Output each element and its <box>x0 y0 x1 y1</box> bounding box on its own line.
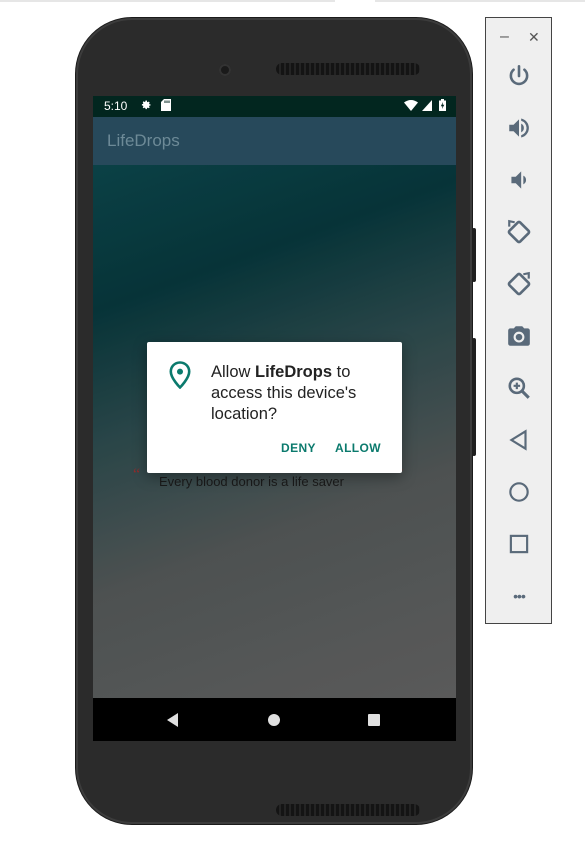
power-icon <box>509 64 529 86</box>
bottom-speaker-grille <box>276 804 420 816</box>
volume-side-button <box>472 338 476 456</box>
rotate-left-icon <box>507 219 531 244</box>
home-button[interactable] <box>503 476 535 508</box>
overview-icon <box>509 534 529 554</box>
app-title: LifeDrops <box>107 131 180 150</box>
nav-recents-icon[interactable] <box>368 714 380 726</box>
home-icon <box>509 482 529 502</box>
zoom-icon <box>508 377 530 399</box>
nav-home-icon[interactable] <box>268 714 280 726</box>
location-permission-dialog: Allow LifeDrops to access this device's … <box>147 342 402 473</box>
screenshot-camera-icon <box>508 326 530 346</box>
screenshot-button[interactable] <box>503 320 535 352</box>
dialog-message: Allow LifeDrops to access this device's … <box>211 362 391 425</box>
volume-down-icon <box>511 171 527 189</box>
back-button[interactable] <box>503 424 535 456</box>
back-icon <box>509 429 527 451</box>
top-speaker-grille <box>276 63 420 75</box>
rotate-left-button[interactable] <box>503 216 535 248</box>
overview-button[interactable] <box>503 528 535 560</box>
top-edge-line-right <box>375 0 585 2</box>
location-pin-icon <box>169 361 191 389</box>
close-button[interactable]: ✕ <box>528 29 540 46</box>
emulator-toolbar: – ✕ ••• <box>485 17 552 624</box>
quote-text: Every blood donor is a life saver <box>159 474 344 489</box>
rotate-right-icon <box>507 271 531 296</box>
nav-back-icon[interactable] <box>167 713 178 727</box>
more-icon: ••• <box>513 588 526 604</box>
device-screen: 5:10 LifeDrops “ Every blood donor is a … <box>93 96 456 741</box>
front-camera <box>219 64 231 76</box>
navigation-bar <box>93 698 456 741</box>
settings-gear-icon <box>141 100 151 110</box>
rotate-right-button[interactable] <box>503 268 535 300</box>
battery-charging-icon <box>439 99 446 111</box>
status-bar: 5:10 <box>93 96 456 117</box>
deny-button[interactable]: DENY <box>281 441 316 455</box>
window-top-edge <box>0 0 585 3</box>
cell-signal-icon <box>421 100 432 111</box>
quote-open-mark: “ <box>133 466 141 483</box>
volume-up-button[interactable] <box>503 112 535 144</box>
status-icons-right <box>404 99 446 113</box>
volume-up-icon <box>509 118 529 138</box>
top-edge-line-left <box>0 0 335 2</box>
allow-button[interactable]: ALLOW <box>335 441 381 455</box>
sd-card-icon <box>161 99 172 111</box>
power-button[interactable] <box>503 60 535 92</box>
zoom-button[interactable] <box>503 372 535 404</box>
app-bar: LifeDrops <box>93 117 456 165</box>
status-time: 5:10 <box>104 99 128 113</box>
more-button[interactable]: ••• <box>503 580 535 612</box>
dialog-message-prefix: Allow <box>211 363 256 381</box>
status-icons-left <box>140 99 172 113</box>
wifi-icon <box>404 100 419 111</box>
volume-down-button[interactable] <box>503 164 535 196</box>
minimize-button[interactable]: – <box>500 28 509 46</box>
power-side-button <box>472 228 476 282</box>
dialog-app-name: LifeDrops <box>255 363 333 381</box>
